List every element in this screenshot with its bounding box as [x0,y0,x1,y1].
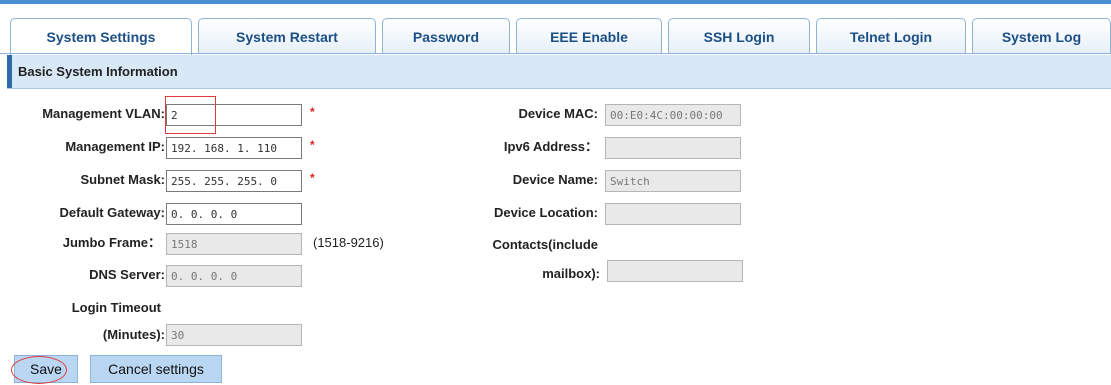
contacts-label-mailbox: mailbox): [542,266,600,281]
device-mac-input[interactable] [605,104,741,126]
jumbo-frame-input[interactable] [166,233,302,255]
device-name-input[interactable] [605,170,741,192]
save-button[interactable]: Save [14,355,78,383]
device-location-input[interactable] [605,203,741,225]
login-timeout-label: Login Timeout [71,300,161,315]
dns-server-input[interactable] [166,265,302,287]
tab-bar: System Settings System Restart Password … [0,4,1111,55]
contacts-input[interactable] [607,260,743,282]
tab-eee-enable[interactable]: EEE Enable [516,18,662,54]
management-ip-label: Management IP: [65,139,165,154]
device-name-label: Device Name: [512,172,598,187]
jumbo-frame-range: (1518-9216) [313,235,384,250]
tab-ssh-login[interactable]: SSH Login [668,18,810,54]
contacts-label: Contacts(include [492,237,598,252]
section-title: Basic System Information [18,64,178,79]
tab-telnet-login[interactable]: Telnet Login [816,18,966,54]
ipv6-address-input[interactable] [605,137,741,159]
subnet-mask-input[interactable] [166,170,302,192]
required-marker: * [310,105,315,119]
section-header: Basic System Information [7,55,1111,88]
tab-bar-divider [0,53,1111,54]
tab-system-restart[interactable]: System Restart [198,18,376,54]
tab-password[interactable]: Password [382,18,510,54]
login-timeout-label-unit: (Minutes): [102,327,165,342]
default-gateway-input[interactable] [166,203,302,225]
cancel-settings-button[interactable]: Cancel settings [90,355,222,383]
required-marker: * [310,138,315,152]
management-vlan-label: Management VLAN: [42,106,165,121]
required-marker: * [310,171,315,185]
login-timeout-input[interactable] [166,324,302,346]
subnet-mask-label: Subnet Mask: [80,172,165,187]
section-divider [7,88,1111,89]
tab-system-log[interactable]: System Log [972,18,1111,54]
ipv6-address-label: Ipv6 Address： [503,139,598,154]
management-ip-input[interactable] [166,137,302,159]
device-mac-label: Device MAC: [518,106,598,121]
device-location-label: Device Location: [493,205,598,220]
jumbo-frame-label: Jumbo Frame： [62,235,161,250]
management-vlan-input[interactable] [166,104,302,126]
default-gateway-label: Default Gateway: [59,205,165,220]
tab-system-settings[interactable]: System Settings [10,18,192,55]
dns-server-label: DNS Server: [89,267,165,282]
